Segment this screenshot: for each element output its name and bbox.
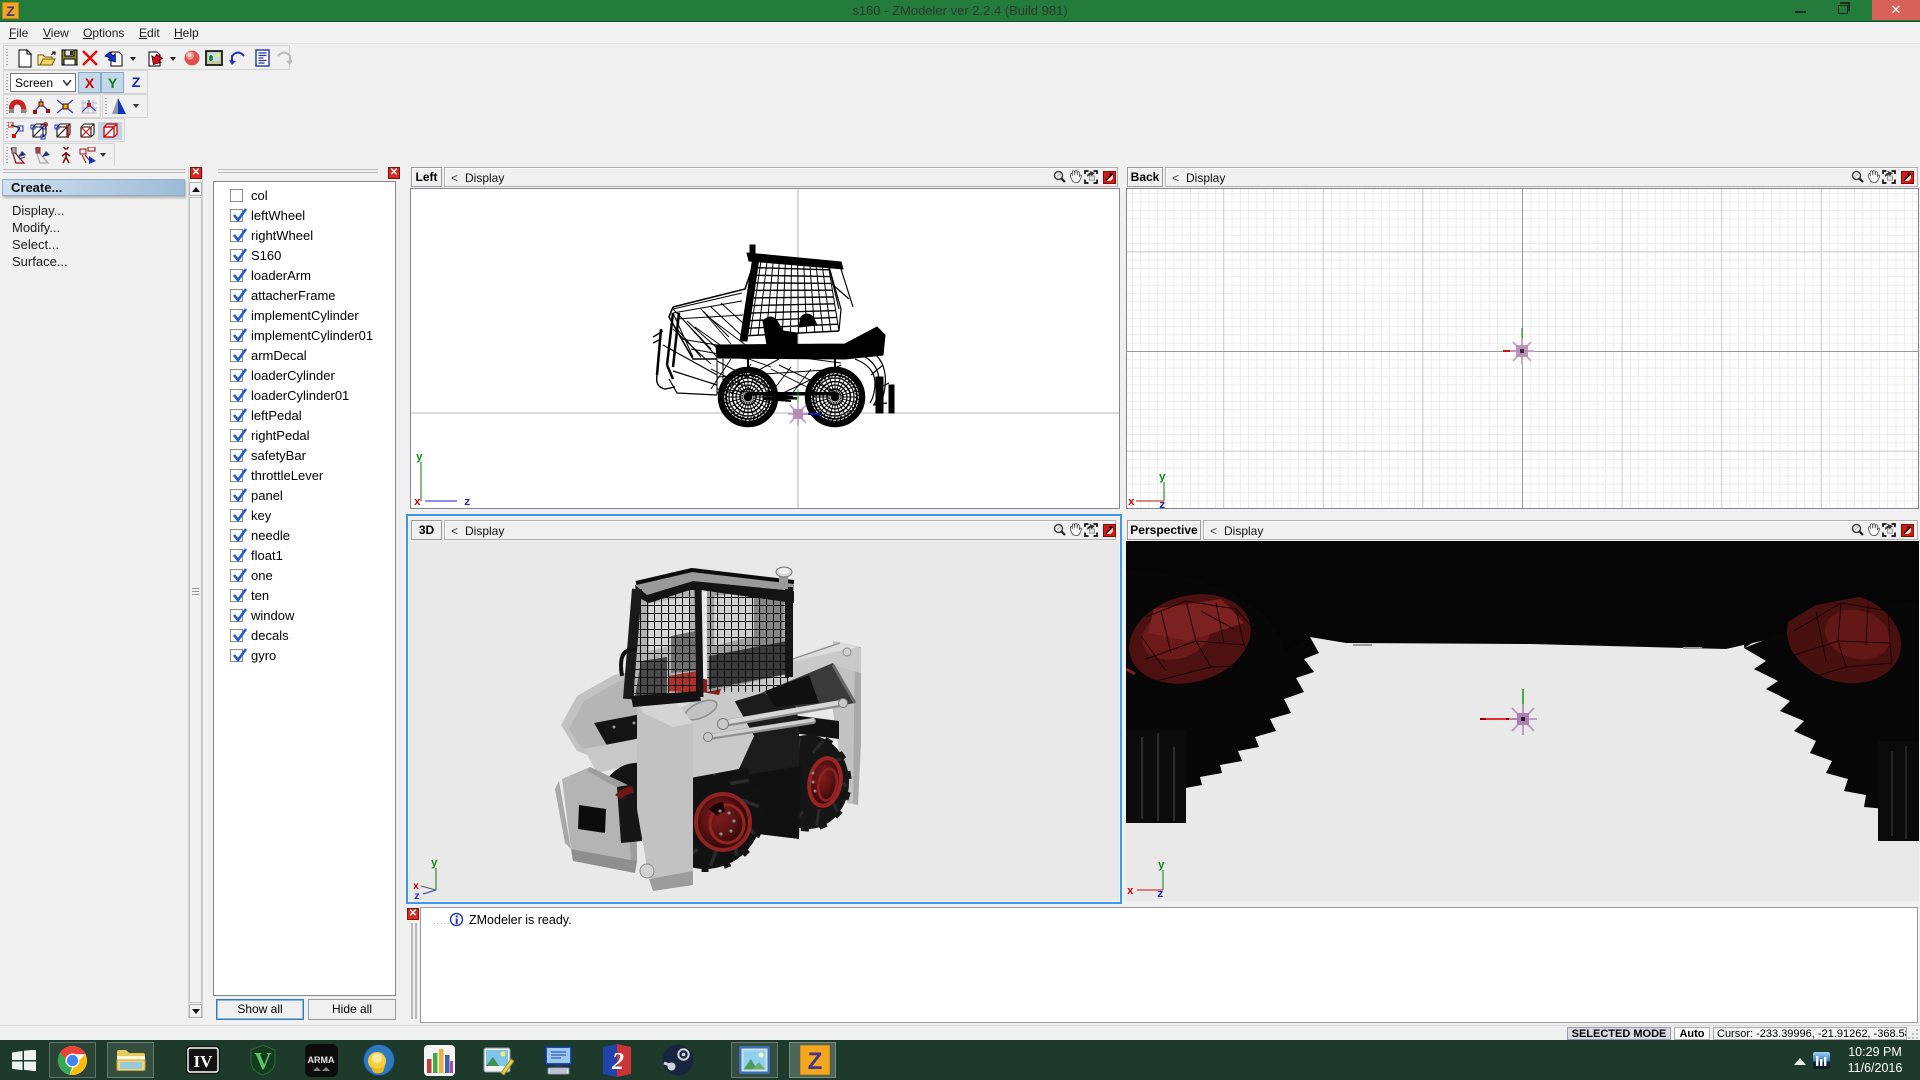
- svg-text:y: y: [1159, 472, 1166, 484]
- svg-text:2: 2: [611, 1049, 624, 1075]
- svg-text:Z: Z: [808, 1048, 823, 1075]
- svg-text:z: z: [414, 892, 420, 901]
- svg-text:ARMA: ARMA: [308, 1055, 335, 1065]
- svg-text:V: V: [254, 1049, 272, 1075]
- svg-text:x: x: [1127, 886, 1134, 898]
- svg-text:y: y: [416, 452, 423, 464]
- svg-text:y: y: [431, 858, 438, 870]
- svg-text:y: y: [1158, 860, 1165, 872]
- svg-text:x: x: [414, 497, 421, 508]
- svg-text:z: z: [1157, 889, 1164, 901]
- svg-text:z: z: [464, 497, 471, 508]
- svg-text:x: x: [1128, 497, 1135, 508]
- svg-text:IV: IV: [194, 1052, 214, 1071]
- svg-text:z: z: [1159, 500, 1166, 508]
